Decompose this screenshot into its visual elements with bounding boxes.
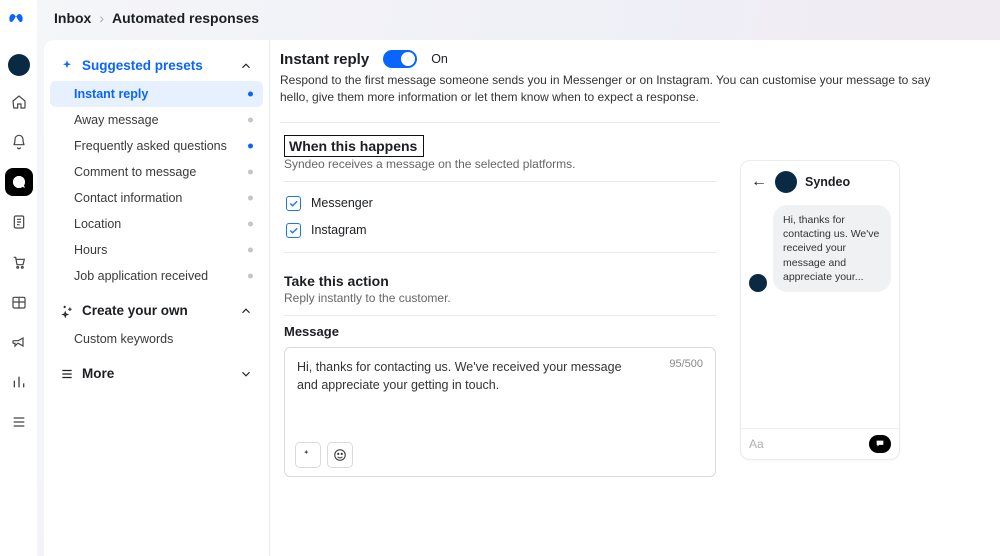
message-field-label: Message	[284, 324, 716, 339]
preview-page-name: Syndeo	[805, 175, 850, 189]
rail-planner-icon[interactable]	[5, 288, 33, 316]
sidebar-item-hours[interactable]: Hours	[50, 237, 263, 263]
list-icon	[60, 367, 74, 381]
action-title: Take this action	[284, 273, 716, 289]
preview-page-avatar	[775, 171, 797, 193]
sidebar-item-label: Comment to message	[74, 165, 196, 179]
message-counter: 95/500	[669, 358, 703, 370]
message-text: Hi, thanks for contacting us. We've rece…	[297, 358, 622, 396]
sidebar-item-label: Contact information	[74, 191, 182, 205]
sidebar-section-presets[interactable]: Suggested presets	[50, 50, 263, 81]
sidebar-section-create[interactable]: Create your own	[50, 295, 263, 326]
platform-instagram-row[interactable]: Instagram	[284, 217, 716, 244]
chevron-right-icon: ›	[99, 10, 104, 26]
sidebar-item-contact-info[interactable]: Contact information	[50, 185, 263, 211]
sidebar-item-custom-keywords[interactable]: Custom keywords	[50, 326, 263, 352]
page-title: Instant reply	[280, 51, 369, 68]
platform-label: Instagram	[311, 223, 367, 237]
sidebar-item-instant-reply[interactable]: Instant reply	[50, 81, 263, 107]
emoji-button[interactable]	[327, 442, 353, 468]
main-area: Inbox › Automated responses Suggested pr…	[38, 0, 1000, 556]
breadcrumb-root[interactable]: Inbox	[54, 10, 91, 26]
chat-preview: ← Syndeo Hi, thanks for contacting us. W…	[740, 160, 900, 460]
instant-reply-toggle[interactable]	[383, 50, 417, 68]
sidebar-item-faq[interactable]: Frequently asked questions	[50, 133, 263, 159]
account-avatar[interactable]	[8, 54, 30, 76]
chat-icon	[874, 439, 886, 449]
content: Instant reply On Respond to the first me…	[270, 40, 1000, 556]
sidebar-item-label: Away message	[74, 113, 159, 127]
rail-commerce-icon[interactable]	[5, 248, 33, 276]
page-description: Respond to the first message someone sen…	[280, 72, 950, 106]
sparkle-icon	[60, 59, 74, 73]
breadcrumb: Inbox › Automated responses	[38, 0, 1000, 40]
rail-insights-icon[interactable]	[5, 368, 33, 396]
smile-icon	[333, 448, 347, 462]
sidebar-item-label: Instant reply	[74, 87, 148, 101]
sidebar-item-label: Frequently asked questions	[74, 139, 227, 153]
settings-sidebar: Suggested presets Instant reply Away mes…	[44, 40, 270, 556]
checkbox-checked-icon[interactable]	[286, 223, 301, 238]
preview-back-button[interactable]: ←	[751, 173, 767, 191]
action-subtitle: Reply instantly to the customer.	[284, 291, 716, 305]
meta-logo-icon	[8, 10, 30, 32]
rail-inbox-icon[interactable]	[5, 168, 33, 196]
when-title: When this happens	[289, 138, 417, 154]
chevron-down-icon	[239, 367, 253, 381]
preview-bubble-avatar	[749, 274, 767, 292]
sparkle-plus-icon	[301, 448, 315, 462]
when-card: When this happens Syndeo receives a mess…	[280, 122, 720, 273]
preview-input-placeholder[interactable]: Aa	[749, 437, 861, 451]
message-textarea[interactable]: Hi, thanks for contacting us. We've rece…	[284, 347, 716, 477]
sidebar-section-title: Suggested presets	[82, 58, 231, 73]
left-rail	[0, 0, 38, 556]
preview-send-button[interactable]	[869, 435, 891, 453]
sidebar-item-comment-to-message[interactable]: Comment to message	[50, 159, 263, 185]
form-column: Instant reply On Respond to the first me…	[280, 50, 720, 556]
breadcrumb-current: Automated responses	[112, 10, 259, 26]
sidebar-section-title: Create your own	[82, 303, 231, 318]
preview-message-bubble: Hi, thanks for contacting us. We've rece…	[773, 205, 891, 292]
personalise-button[interactable]	[295, 442, 321, 468]
chevron-up-icon	[239, 304, 253, 318]
sidebar-item-away-message[interactable]: Away message	[50, 107, 263, 133]
sidebar-section-title: More	[82, 366, 231, 381]
checkbox-checked-icon[interactable]	[286, 196, 301, 211]
sidebar-item-label: Job application received	[74, 269, 208, 283]
rail-home-icon[interactable]	[5, 88, 33, 116]
sidebar-section-more[interactable]: More	[50, 358, 263, 389]
sidebar-item-label: Location	[74, 217, 121, 231]
platform-label: Messenger	[311, 196, 373, 210]
when-subtitle: Syndeo receives a message on the selecte…	[284, 157, 716, 171]
rail-ads-icon[interactable]	[5, 328, 33, 356]
action-card: Take this action Reply instantly to the …	[280, 273, 720, 489]
sidebar-item-location[interactable]: Location	[50, 211, 263, 237]
chevron-up-icon	[239, 59, 253, 73]
sparkles-icon	[60, 304, 74, 318]
sidebar-item-label: Hours	[74, 243, 107, 257]
rail-all-tools-icon[interactable]	[5, 408, 33, 436]
toggle-state-label: On	[431, 52, 448, 66]
sidebar-item-job-application[interactable]: Job application received	[50, 263, 263, 289]
panel: Suggested presets Instant reply Away mes…	[44, 40, 1000, 556]
platform-messenger-row[interactable]: Messenger	[284, 190, 716, 217]
rail-bell-icon[interactable]	[5, 128, 33, 156]
sidebar-item-label: Custom keywords	[74, 332, 173, 346]
rail-posts-icon[interactable]	[5, 208, 33, 236]
